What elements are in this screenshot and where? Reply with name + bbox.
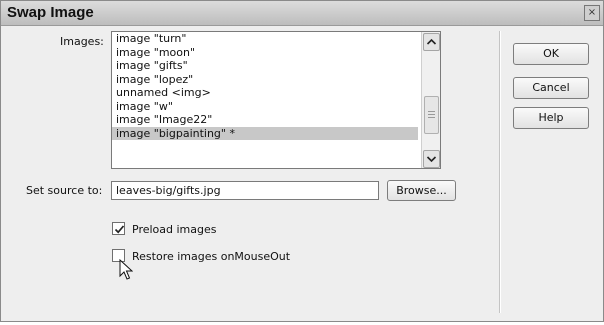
list-item[interactable]: unnamed <img>	[112, 86, 418, 100]
title-bar: Swap Image ×	[1, 1, 603, 26]
preload-images-checkbox[interactable]	[112, 222, 125, 235]
cancel-button[interactable]: Cancel	[513, 77, 589, 99]
help-button[interactable]: Help	[513, 107, 589, 129]
list-item[interactable]: image "turn"	[112, 32, 418, 46]
images-list: image "turn" image "moon" image "gifts" …	[112, 32, 418, 140]
list-item[interactable]: image "moon"	[112, 46, 418, 60]
images-label: Images:	[60, 35, 104, 48]
images-listbox[interactable]: image "turn" image "moon" image "gifts" …	[111, 31, 441, 169]
chevron-up-icon[interactable]	[423, 33, 440, 51]
vertical-separator	[499, 31, 501, 313]
list-item[interactable]: image "lopez"	[112, 73, 418, 87]
list-item[interactable]: image "w"	[112, 100, 418, 114]
restore-images-label: Restore images onMouseOut	[132, 250, 291, 263]
checkmark-icon	[114, 225, 125, 234]
source-path-input[interactable]	[111, 181, 379, 200]
chevron-down-icon[interactable]	[423, 150, 440, 168]
close-icon[interactable]: ×	[584, 5, 600, 21]
dialog-title: Swap Image	[7, 4, 94, 21]
set-source-label: Set source to:	[26, 184, 103, 197]
browse-button[interactable]: Browse...	[387, 180, 456, 201]
swap-image-dialog: Swap Image × Images: image "turn" image …	[0, 0, 604, 322]
images-scrollbar[interactable]	[421, 32, 440, 168]
preload-images-label: Preload images	[132, 223, 217, 236]
scrollbar-thumb[interactable]	[424, 96, 439, 134]
mouse-pointer-icon	[119, 258, 134, 284]
list-item-selected[interactable]: image "bigpainting" *	[112, 126, 418, 140]
list-item[interactable]: image "Image22"	[112, 113, 418, 127]
ok-button[interactable]: OK	[513, 43, 589, 65]
list-item[interactable]: image "gifts"	[112, 59, 418, 73]
